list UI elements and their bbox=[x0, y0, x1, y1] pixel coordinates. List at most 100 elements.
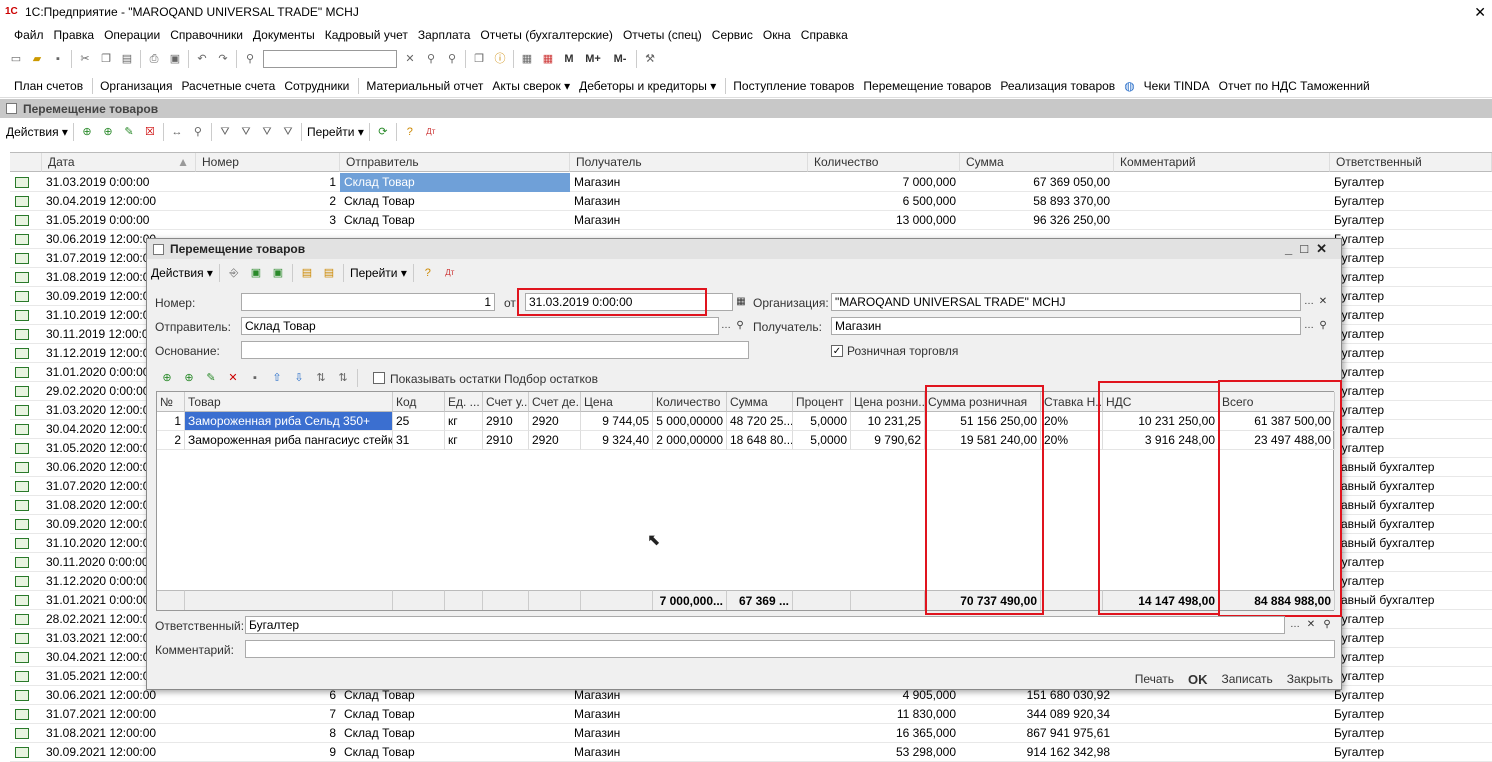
select-icon[interactable]: … bbox=[1302, 294, 1316, 310]
comment-field[interactable] bbox=[245, 640, 1335, 658]
goods-cell[interactable]: 2920 bbox=[529, 412, 581, 431]
basis-field[interactable] bbox=[241, 341, 749, 359]
goods-cell[interactable]: 9 790,62 bbox=[851, 431, 925, 450]
interval-icon[interactable]: ↔ bbox=[169, 124, 185, 140]
dt-kt-icon[interactable]: Дт bbox=[442, 265, 458, 281]
menu-references[interactable]: Справочники bbox=[170, 28, 243, 42]
shortcut-material-report[interactable]: Материальный отчет bbox=[366, 79, 483, 93]
save-icon[interactable]: ▪ bbox=[50, 51, 66, 67]
goods-column-header[interactable]: Ед. ... bbox=[445, 392, 483, 412]
help-icon[interactable]: ? bbox=[402, 124, 418, 140]
menu-service[interactable]: Сервис bbox=[712, 28, 753, 42]
goods-column-header[interactable]: Код bbox=[393, 392, 445, 412]
open-folder-icon[interactable]: ▰ bbox=[29, 51, 45, 67]
unpost-icon[interactable]: ▣ bbox=[270, 265, 286, 281]
goods-cell[interactable]: 10 231,25 bbox=[851, 412, 925, 431]
undo-icon[interactable]: ↶ bbox=[194, 51, 210, 67]
goods-column-header[interactable]: Количество bbox=[653, 392, 727, 412]
sort-desc-icon[interactable]: ⇅ bbox=[335, 370, 351, 386]
shortcut-bank-accounts[interactable]: Расчетные счета bbox=[181, 79, 275, 93]
search-icon[interactable]: ⚲ bbox=[242, 51, 258, 67]
delete-icon[interactable]: ☒ bbox=[142, 124, 158, 140]
goods-column-header[interactable]: Счет де... bbox=[529, 392, 581, 412]
tools-icon[interactable]: ⚒ bbox=[642, 51, 658, 67]
delete-row-icon[interactable]: ✕ bbox=[225, 370, 241, 386]
table-row[interactable]: 31.05.2019 0:00:00 3 Склад Товар Магазин 13 … bbox=[10, 211, 1492, 230]
goods-column-header[interactable]: Сумма bbox=[727, 392, 793, 412]
info-icon[interactable]: ⓘ bbox=[492, 51, 508, 67]
goods-cell[interactable]: 5,0000 bbox=[793, 412, 851, 431]
goods-cell[interactable]: 20% bbox=[1041, 431, 1103, 450]
redo-icon[interactable]: ↷ bbox=[215, 51, 231, 67]
goods-cell[interactable]: Замороженная риба Сельд 350+ bbox=[185, 412, 393, 431]
column-header-comment[interactable]: Комментарий bbox=[1114, 153, 1330, 172]
goods-cell[interactable]: 2 000,00000 bbox=[653, 431, 727, 450]
sender-field[interactable]: Склад Товар bbox=[241, 317, 719, 335]
cut-icon[interactable]: ✂ bbox=[77, 51, 93, 67]
save-button[interactable]: Записать bbox=[1222, 672, 1273, 686]
menu-reports-special[interactable]: Отчеты (спец) bbox=[623, 28, 702, 42]
clear-icon[interactable]: ✕ bbox=[1316, 294, 1330, 310]
column-header-sender[interactable]: Отправитель bbox=[340, 153, 570, 172]
column-header-responsible[interactable]: Ответственный bbox=[1330, 153, 1492, 172]
table-row[interactable]: 31.03.2019 0:00:00 1 Склад Товар Магазин 7 0… bbox=[10, 173, 1492, 192]
menu-hr[interactable]: Кадровый учет bbox=[325, 28, 408, 42]
menu-documents[interactable]: Документы bbox=[253, 28, 315, 42]
column-header-number[interactable]: Номер bbox=[196, 153, 340, 172]
goods-column-header[interactable]: № bbox=[157, 392, 185, 412]
based-on-icon[interactable]: ▤ bbox=[299, 265, 315, 281]
goods-cell[interactable]: 31 bbox=[393, 431, 445, 450]
goods-cell[interactable]: 18 648 80... bbox=[727, 431, 793, 450]
goods-column-header[interactable]: Процент bbox=[793, 392, 851, 412]
calculator-icon[interactable]: ▦ bbox=[519, 51, 535, 67]
goods-column-header[interactable]: Ставка Н... bbox=[1041, 392, 1103, 412]
column-header-sum[interactable]: Сумма bbox=[960, 153, 1114, 172]
goods-column-header[interactable]: Цена bbox=[581, 392, 653, 412]
search-icon[interactable]: ⚲ bbox=[1316, 318, 1330, 334]
goods-cell[interactable]: 1 bbox=[157, 412, 185, 431]
table-row[interactable]: 30.04.2019 12:00:00 2 Склад Товар Магазин 6 … bbox=[10, 192, 1492, 211]
list-actions-button[interactable]: Действия ▾ bbox=[6, 125, 68, 139]
responsible-field[interactable]: Бугалтер bbox=[245, 616, 1285, 634]
goods-cell[interactable]: Замороженная риба пангасиус стейк bbox=[185, 431, 393, 450]
table-row[interactable]: 31.08.2021 12:00:00 8 Склад Товар Магазин 16… bbox=[10, 724, 1492, 743]
dialog-actions-button[interactable]: Действия ▾ bbox=[151, 266, 213, 280]
menu-help[interactable]: Справка bbox=[801, 28, 848, 42]
shortcut-goods-receipt[interactable]: Поступление товаров bbox=[733, 79, 854, 93]
edit-icon[interactable]: ✎ bbox=[121, 124, 137, 140]
goods-cell[interactable]: 5 000,00000 bbox=[653, 412, 727, 431]
clear-filter-icon[interactable]: ⛛ bbox=[280, 124, 296, 140]
goods-cell[interactable]: 20% bbox=[1041, 412, 1103, 431]
ok-button[interactable]: OK bbox=[1188, 672, 1208, 687]
column-header-receiver[interactable]: Получатель bbox=[570, 153, 808, 172]
column-header-quantity[interactable]: Количество bbox=[808, 153, 960, 172]
search-input[interactable] bbox=[263, 50, 397, 68]
preview-icon[interactable]: ▣ bbox=[167, 51, 183, 67]
post-icon[interactable]: ▣ bbox=[248, 265, 264, 281]
table-row[interactable]: 30.09.2021 12:00:00 9 Склад Товар Магазин 53… bbox=[10, 743, 1492, 762]
retail-checkbox[interactable]: ✓ bbox=[831, 345, 843, 357]
goods-cell[interactable]: кг bbox=[445, 431, 483, 450]
new-document-icon[interactable]: ▭ bbox=[8, 51, 24, 67]
m-button-icon[interactable]: M bbox=[561, 51, 577, 67]
shortcut-vat-customs-report[interactable]: Отчет по НДС Таможенний bbox=[1219, 79, 1370, 93]
window-controls-icon[interactable]: _□✕ bbox=[1285, 241, 1335, 257]
dialog-goto-button[interactable]: Перейти ▾ bbox=[350, 266, 407, 280]
close-button[interactable]: Закрыть bbox=[1287, 672, 1333, 686]
search-icon[interactable]: ⚲ bbox=[733, 318, 747, 334]
shortcut-debtors-creditors[interactable]: Дебеторы и кредиторы ▾ bbox=[579, 79, 716, 93]
select-icon[interactable]: … bbox=[1302, 318, 1316, 334]
list-goto-button[interactable]: Перейти ▾ bbox=[307, 125, 364, 139]
edit-row-icon[interactable]: ✎ bbox=[203, 370, 219, 386]
m-plus-button-icon[interactable]: M+ bbox=[582, 51, 604, 67]
end-edit-icon[interactable]: ▪ bbox=[247, 370, 263, 386]
menu-salary[interactable]: Зарплата bbox=[418, 28, 471, 42]
filter-icon[interactable]: ⛛ bbox=[217, 124, 233, 140]
receiver-field[interactable]: Магазин bbox=[831, 317, 1301, 335]
select-icon[interactable]: … bbox=[1288, 617, 1302, 633]
goods-cell[interactable]: 2 bbox=[157, 431, 185, 450]
table-row[interactable]: 31.07.2021 12:00:00 7 Склад Товар Магазин 11… bbox=[10, 705, 1492, 724]
find-icon[interactable]: ⚲ bbox=[190, 124, 206, 140]
find-prev-icon[interactable]: ⚲ bbox=[444, 51, 460, 67]
goods-cell[interactable]: 9 744,05 bbox=[581, 412, 653, 431]
